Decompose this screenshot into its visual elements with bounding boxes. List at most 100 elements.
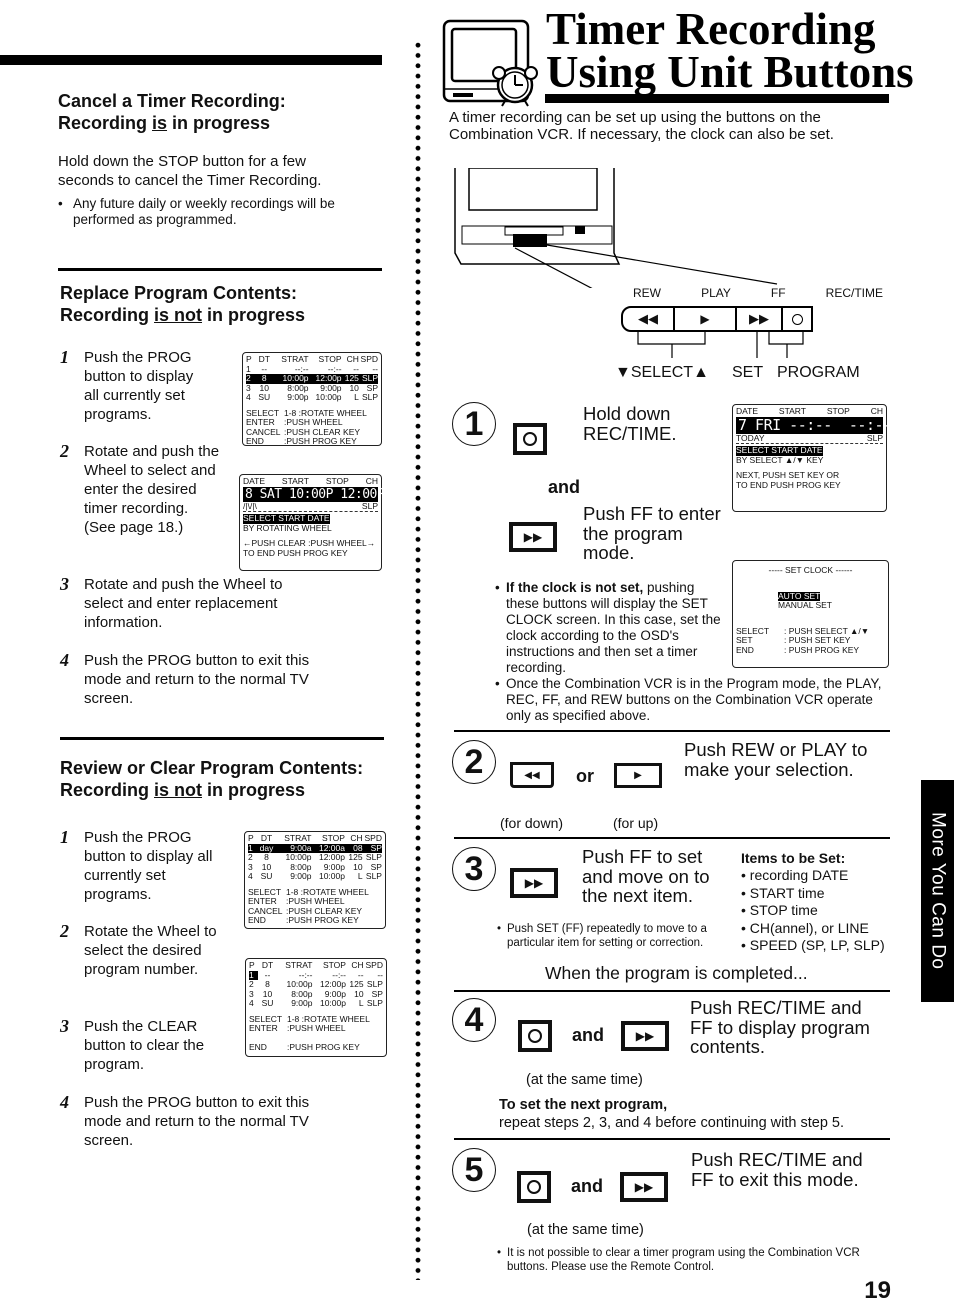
program-label: PROGRAM xyxy=(777,364,860,381)
step-1-and: and xyxy=(548,477,581,497)
osd-footer-line: END:PUSH PROG KEY xyxy=(249,1042,360,1052)
step-3-text: Push FF to set and move on to the next i… xyxy=(582,846,710,906)
step-5-same-time: (at the same time) xyxy=(527,1222,644,1238)
osd-review-list: P DT STRAT STOP CH SPD 1 day 9:00a 12:00a 08 SP 2 8 10… xyxy=(244,831,386,929)
osd-edit-line4: TO END PUSH PROG KEY xyxy=(243,547,348,558)
rew-key-icon: ◀◀ xyxy=(510,762,554,788)
panel-labels: REW PLAY FF REC/TIME xyxy=(633,286,883,300)
title-rule xyxy=(545,94,889,103)
step-5-badge: 5 xyxy=(452,1148,496,1192)
osd-row-4: 4 SU 9:00p 10:00p L SLP xyxy=(246,392,379,402)
rectime-key-icon xyxy=(517,1171,551,1203)
step-4-badge: 4 xyxy=(452,998,496,1042)
program-mode-note: • Once the Combination VCR is in the Prog… xyxy=(495,676,882,723)
osd-row-4: 4 SU 9:00p 10:00p L SLP xyxy=(249,998,383,1008)
intro-text: A timer recording can be set up using th… xyxy=(449,109,834,143)
cancel-title-line1: Cancel a Timer Recording: xyxy=(58,91,286,111)
osd-review-list-cleared: P DT STRAT STOP CH SPD 1 -- --:-- --:-- -- -- 2 8 10:0… xyxy=(245,958,387,1057)
cancel-section: Cancel a Timer Recording: Recording is i… xyxy=(58,90,388,228)
item-to-set: • STOP time xyxy=(741,902,818,918)
review-title: Review or Clear Program Contents: Record… xyxy=(60,758,364,800)
step-2-or: or xyxy=(576,766,594,786)
ff-key-icon: ▶▶ xyxy=(620,1172,668,1202)
osd-step1-main-row: 7 FRI --:-- --:-- -- xyxy=(736,415,918,434)
step-divider xyxy=(454,990,890,992)
step-1-text-a: Hold down REC/TIME. xyxy=(583,403,677,444)
column-divider xyxy=(413,40,423,1280)
replace-step-2: 2 Rotate and push the Wheel to select and… xyxy=(60,441,220,537)
cancel-title: Cancel a Timer Recording: Recording is i… xyxy=(58,90,388,134)
item-to-set: • CH(annel), or LINE xyxy=(741,919,869,936)
osd-step1: DATE START STOP CH 7 FRI --:-- --:-- -- TOD… xyxy=(732,404,918,512)
cancel-body: Hold down the STOP button for a few seco… xyxy=(58,153,322,189)
osd-footer-line: ENTER:PUSH WHEEL xyxy=(249,1023,346,1033)
step-2-text: Push REW or PLAY to make your selection. xyxy=(684,739,868,780)
item-to-set: • recording DATE xyxy=(741,867,849,883)
osd-row-4: 4 SU 9:00p 10:00p L SLP xyxy=(248,871,382,881)
replace-step-3: 3 Rotate and push the Wheel to select and… xyxy=(60,574,283,632)
item-to-set: • SPEED (SP, LP, SLP) xyxy=(741,937,885,953)
step-divider xyxy=(454,837,890,839)
replace-step-4: 4 Push the PROG button to exit this mode … xyxy=(60,650,310,708)
items-to-set: Items to be Set: • recording DATE • START… xyxy=(741,849,901,955)
osd-edit-line2: BY ROTATING WHEEL xyxy=(243,522,332,533)
ff-key-icon: ▶▶ xyxy=(510,868,558,898)
label-ff: FF xyxy=(770,286,786,300)
for-down-label: (for down) xyxy=(500,815,564,831)
for-up-label: (for up) xyxy=(613,815,659,831)
osd-footer-line: END:PUSH PROG KEY xyxy=(248,915,359,925)
step-4-same-time: (at the same time) xyxy=(526,1072,643,1088)
review-step-3: 3 Push the CLEAR button to clear the prog… xyxy=(60,1016,205,1074)
ff-key-icon: ▶▶ xyxy=(621,1021,669,1051)
set-label: SET xyxy=(732,364,764,381)
label-rectime: REC/TIME xyxy=(825,286,883,300)
page-number: 19 xyxy=(864,1277,891,1304)
osd-set-clock: ----- SET CLOCK ------ AUTO SET MANUAL S… xyxy=(732,560,889,668)
replace-step-1: 1 Push the PROG button to display all cur… xyxy=(60,347,194,424)
osd-edit-sub-row: /|\/|\ SLP xyxy=(243,500,378,512)
label-rew: REW xyxy=(633,286,661,300)
step-divider xyxy=(454,730,890,732)
top-rule xyxy=(0,55,382,65)
review-step-4: 4 Push the PROG button to exit this mode … xyxy=(60,1092,310,1150)
step-3-badge: 3 xyxy=(452,847,496,891)
step-2-badge: 2 xyxy=(452,740,496,784)
step-1-text-b: Push FF to enter the program mode. xyxy=(583,503,721,563)
ff-button[interactable]: ▶▶ xyxy=(737,308,783,330)
review-step-2: 2 Rotate the Wheel to select the desired … xyxy=(60,921,217,979)
step-1-badge: 1 xyxy=(452,402,496,446)
ff-key-icon: ▶▶ xyxy=(509,522,557,552)
select-label: ▼SELECT▲ xyxy=(615,364,709,381)
section-divider xyxy=(58,268,382,271)
rectime-key-icon xyxy=(513,423,547,455)
osd-program-list: P DT STRAT STOP CH SPD 1 -- --:-- --:-- -- -- 2 8 10:0… xyxy=(242,352,382,446)
replace-title: Replace Program Contents: Recording is n… xyxy=(60,283,306,325)
osd-program-edit: DATE START STOP CH 8 SAT 10:00P 12:00P 125 … xyxy=(239,474,414,571)
step-divider xyxy=(454,1138,890,1140)
step-3-note: • Push SET (FF) repeatedly to move to a p… xyxy=(497,923,707,949)
next-program-note: To set the next program, repeat steps 2,… xyxy=(499,1097,845,1131)
osd-edit-main-row: 8 SAT 10:00P 12:00P 125 xyxy=(243,486,414,502)
tv-clock-icon xyxy=(441,17,541,107)
step-4-text: Push REC/TIME and FF to display program … xyxy=(690,997,870,1057)
cancel-bullet: • Any future daily or weekly recordings w… xyxy=(58,196,335,227)
clock-note: • If the clock is not set, pushing these… xyxy=(495,580,721,675)
item-to-set: • START time xyxy=(741,884,825,901)
page-title: Timer Recording Using Unit Buttons xyxy=(546,4,914,97)
play-key-icon: ▶ xyxy=(614,763,662,788)
step-5-note: • It is not possible to clear a timer pro… xyxy=(497,1247,860,1273)
manual-set-option[interactable]: MANUAL SET xyxy=(736,600,885,611)
rectime-button[interactable] xyxy=(783,308,811,330)
cancel-title-line2: Recording is in progress xyxy=(58,113,271,133)
section-divider xyxy=(60,737,384,740)
vcr-panel-diagram: REW PLAY FF REC/TIME ◀◀ ▶ ▶▶ ▼SELECT▲ SE… xyxy=(447,168,887,388)
program-completed-text: When the program is completed... xyxy=(545,963,808,983)
step-5-and: and xyxy=(571,1176,604,1196)
rew-button[interactable]: ◀◀ xyxy=(623,308,675,330)
play-button[interactable]: ▶ xyxy=(675,308,737,330)
osd-edit-header: DATE START STOP CH xyxy=(243,476,378,486)
section-tab[interactable]: More You Can Do xyxy=(921,780,954,1002)
step-5-text: Push REC/TIME and FF to exit this mode. xyxy=(691,1149,863,1190)
step-4-and: and xyxy=(572,1025,605,1045)
review-step-1: 1 Push the PROG button to display all cur… xyxy=(60,827,213,904)
